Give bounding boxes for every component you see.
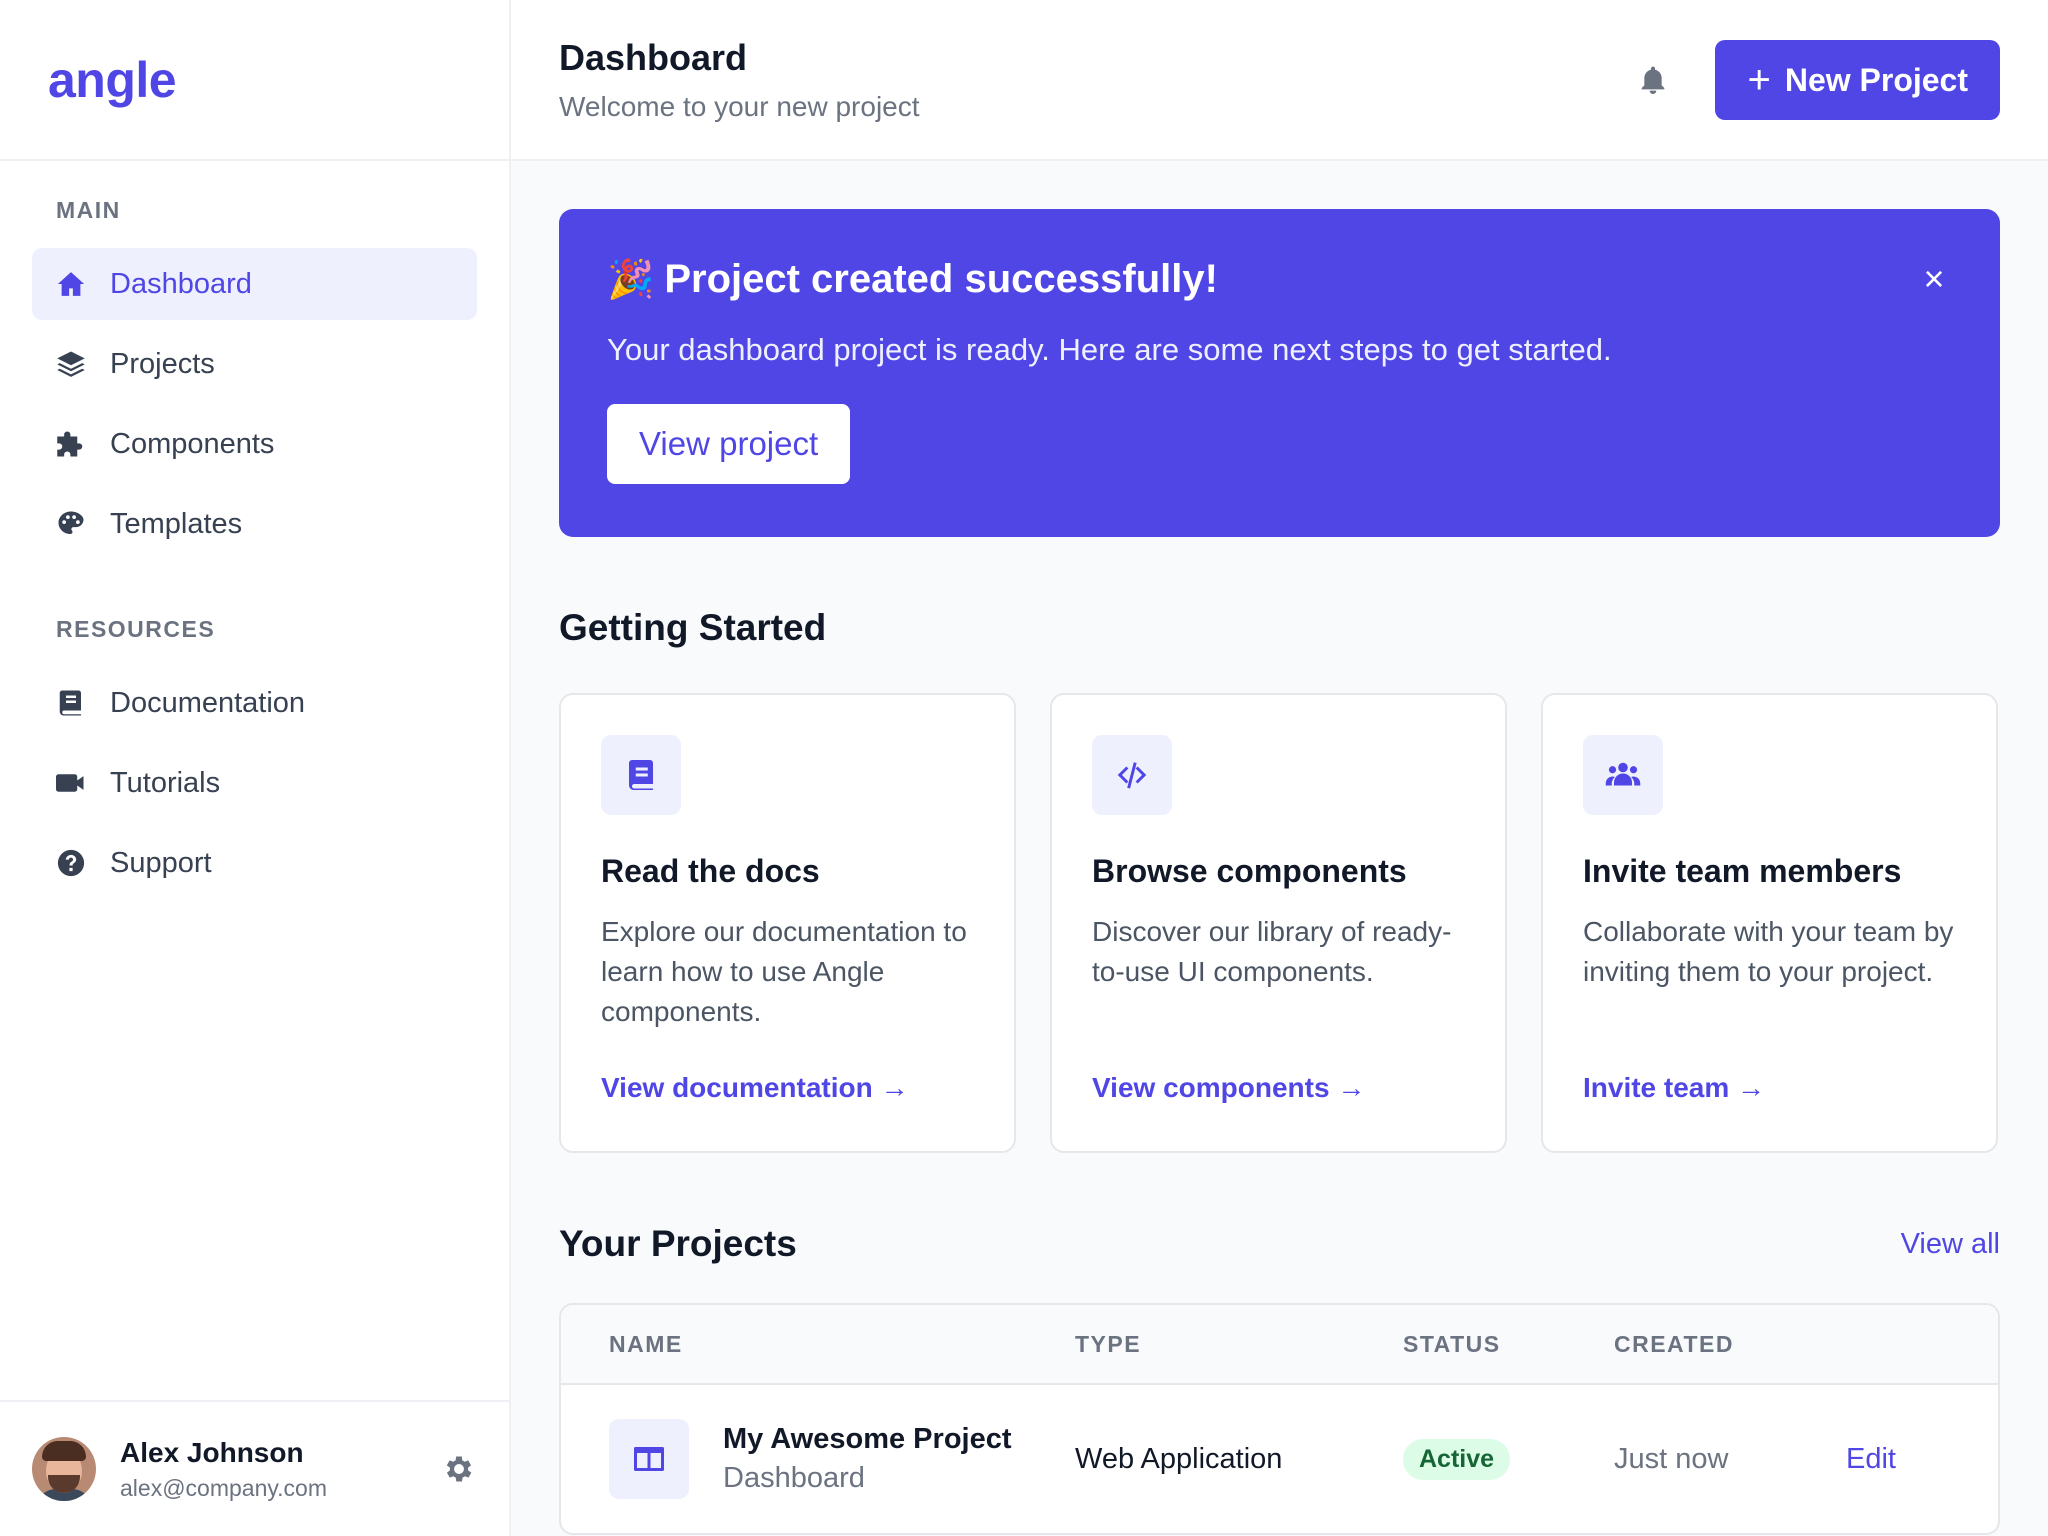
table-header: NAME TYPE STATUS CREATED xyxy=(561,1305,1998,1385)
close-icon[interactable]: × xyxy=(1916,261,1952,297)
project-name-cell: My Awesome Project Dashboard xyxy=(561,1419,1075,1499)
book-icon xyxy=(54,686,88,720)
settings-button[interactable] xyxy=(439,1449,479,1489)
plus-icon: + xyxy=(1747,58,1771,102)
sidebar-item-dashboard[interactable]: Dashboard xyxy=(32,248,477,320)
notifications-button[interactable] xyxy=(1631,58,1675,102)
project-created: Just now xyxy=(1614,1442,1729,1475)
user-panel: Alex Johnson alex@company.com xyxy=(0,1400,509,1536)
card-title: Read the docs xyxy=(601,853,820,889)
invite-team-link[interactable]: Invite team → xyxy=(1583,1072,1765,1104)
project-name: My Awesome Project xyxy=(723,1423,1012,1455)
project-type: Web Application xyxy=(1075,1442,1283,1475)
users-icon xyxy=(1583,735,1663,815)
brand-logo[interactable]: angle xyxy=(48,51,177,109)
user-name: Alex Johnson xyxy=(120,1436,304,1468)
sidebar-item-label: Support xyxy=(110,846,212,879)
topbar-actions: + New Project xyxy=(1631,40,2000,120)
sidebar-item-label: Templates xyxy=(110,507,243,540)
app-root: angle MAIN Dashboard Projects Components… xyxy=(0,0,2048,1536)
layers-icon xyxy=(54,347,88,381)
nav-section-main: MAIN Dashboard Projects Components Templ… xyxy=(0,161,509,560)
projects-header: Your Projects View all xyxy=(559,1223,2000,1265)
banner-title-text: Project created successfully! xyxy=(664,257,1218,301)
page-subtitle: Welcome to your new project xyxy=(559,90,920,122)
sidebar-item-tutorials[interactable]: Tutorials xyxy=(32,747,477,819)
column-header-created: CREATED xyxy=(1614,1330,1734,1357)
page-heading: Dashboard Welcome to your new project xyxy=(559,37,920,123)
card-title: Invite team members xyxy=(1583,853,1902,889)
main-content: Dashboard Welcome to your new project + … xyxy=(511,0,2048,1536)
sidebar-item-projects[interactable]: Projects xyxy=(32,328,477,400)
sidebar-item-label: Documentation xyxy=(110,686,306,719)
sidebar-item-label: Projects xyxy=(110,347,215,380)
puzzle-icon xyxy=(54,427,88,461)
banner-title: 🎉 Project created successfully! xyxy=(607,257,1952,302)
new-project-button[interactable]: + New Project xyxy=(1715,40,2000,120)
view-documentation-link[interactable]: View documentation → xyxy=(601,1072,909,1104)
party-popper-icon: 🎉 xyxy=(607,258,655,301)
gear-icon xyxy=(442,1452,476,1486)
view-project-button[interactable]: View project xyxy=(607,404,851,484)
column-header-type: TYPE xyxy=(1075,1330,1142,1357)
user-email: alex@company.com xyxy=(120,1474,327,1501)
code-icon xyxy=(1092,735,1172,815)
card-browse-components: Browse components Discover our library o… xyxy=(1050,693,1507,1153)
brand: angle xyxy=(0,0,509,161)
banner-text: Your dashboard project is ready. Here ar… xyxy=(607,332,1612,367)
user-info: Alex Johnson alex@company.com xyxy=(120,1437,327,1502)
page-title: Dashboard xyxy=(559,36,748,78)
getting-started-title: Getting Started xyxy=(559,607,827,648)
table-row[interactable]: My Awesome Project Dashboard Web Applica… xyxy=(561,1385,1998,1533)
card-description: Explore our documentation to learn how t… xyxy=(601,916,967,1027)
card-invite-team: Invite team members Collaborate with you… xyxy=(1541,693,1998,1153)
bell-icon xyxy=(1637,64,1669,96)
question-icon xyxy=(54,846,88,880)
column-header-status: STATUS xyxy=(1403,1330,1501,1357)
nav-heading-main: MAIN xyxy=(56,197,121,223)
palette-icon xyxy=(54,507,88,541)
book-icon xyxy=(601,735,681,815)
project-subtitle: Dashboard xyxy=(723,1462,865,1494)
nav-heading-resources: RESOURCES xyxy=(56,616,216,642)
card-title: Browse components xyxy=(1092,853,1407,889)
getting-started-cards: Read the docs Explore our documentation … xyxy=(559,693,2000,1153)
card-read-docs: Read the docs Explore our documentation … xyxy=(559,693,1016,1153)
avatar[interactable] xyxy=(32,1437,96,1501)
projects-table: NAME TYPE STATUS CREATED My Awesome Proj… xyxy=(559,1303,2000,1535)
success-banner: 🎉 Project created successfully! Your das… xyxy=(559,209,2000,537)
sidebar-item-components[interactable]: Components xyxy=(32,408,477,480)
layout-icon xyxy=(609,1419,689,1499)
card-description: Discover our library of ready-to-use UI … xyxy=(1092,916,1452,987)
sidebar-item-templates[interactable]: Templates xyxy=(32,488,477,560)
home-icon xyxy=(54,267,88,301)
edit-project-link[interactable]: Edit xyxy=(1846,1443,1896,1476)
project-text: My Awesome Project Dashboard xyxy=(723,1423,1012,1495)
project-status-cell: Active xyxy=(1403,1438,1614,1480)
new-project-label: New Project xyxy=(1784,61,1968,98)
sidebar-item-documentation[interactable]: Documentation xyxy=(32,667,477,739)
sidebar-item-label: Dashboard xyxy=(110,267,252,300)
sidebar-item-label: Tutorials xyxy=(110,766,221,799)
card-description: Collaborate with your team by inviting t… xyxy=(1583,916,1954,987)
sidebar-item-support[interactable]: Support xyxy=(32,827,477,899)
sidebar: angle MAIN Dashboard Projects Components… xyxy=(0,0,511,1536)
video-icon xyxy=(54,766,88,800)
topbar: Dashboard Welcome to your new project + … xyxy=(511,0,2048,161)
your-projects-title: Your Projects xyxy=(559,1223,797,1264)
column-header-name: NAME xyxy=(609,1330,683,1357)
view-all-link[interactable]: View all xyxy=(1901,1228,2000,1261)
status-badge: Active xyxy=(1403,1438,1511,1480)
sidebar-item-label: Components xyxy=(110,427,275,460)
nav-section-resources: RESOURCES Documentation Tutorials Suppor… xyxy=(0,568,509,899)
content-area: 🎉 Project created successfully! Your das… xyxy=(511,161,2048,1535)
view-components-link[interactable]: View components → xyxy=(1092,1072,1365,1104)
